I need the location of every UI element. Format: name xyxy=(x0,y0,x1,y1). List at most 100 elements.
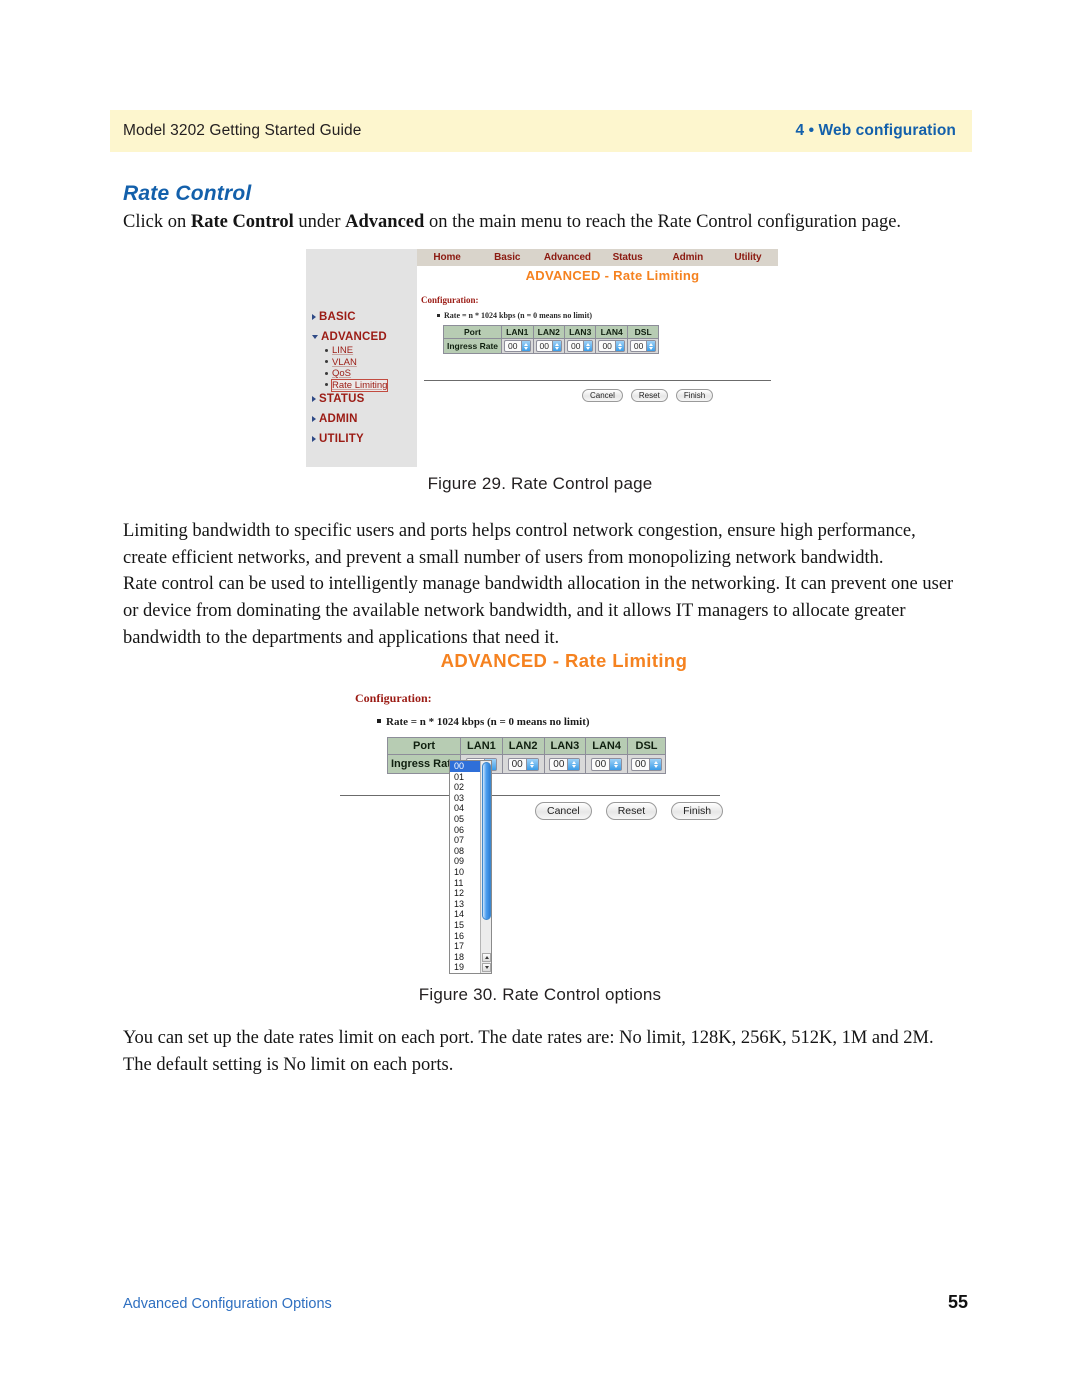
dropdown-option-11[interactable]: 11 xyxy=(450,878,480,889)
scroll-down-arrow-icon[interactable] xyxy=(482,962,491,972)
sidebar-item-basic[interactable]: BASIC xyxy=(312,311,417,323)
sidebar-subitem-qos[interactable]: QoS xyxy=(325,368,417,380)
fig1-th-port: Port xyxy=(442,325,503,339)
chevron-down-icon xyxy=(312,334,318,339)
sidebar-subitem-rate-limiting[interactable]: Rate Limiting xyxy=(325,378,417,392)
body-paragraph-2: Rate control can be used to intelligentl… xyxy=(123,574,954,648)
fig1-nav-home[interactable]: Home xyxy=(417,249,477,266)
body-paragraph-3: You can set up the date rates limit on e… xyxy=(123,1028,934,1075)
dropdown-option-10[interactable]: 10 xyxy=(450,867,480,878)
sidebar-subitem-vlan[interactable]: VLAN xyxy=(325,357,417,369)
fig1-select-lan4[interactable]: 00 xyxy=(598,340,625,352)
dropdown-option-13[interactable]: 13 xyxy=(450,899,480,910)
fig1-divider xyxy=(424,380,771,381)
fig1-reset-button[interactable]: Reset xyxy=(630,389,668,402)
spinner-arrows-icon[interactable] xyxy=(583,341,593,351)
footer-page-number: 55 xyxy=(947,1292,968,1312)
figure-29-caption: Figure 29. Rate Control page xyxy=(427,474,653,493)
fig1-nav-status[interactable]: Status xyxy=(598,249,658,266)
fig2-table-header-row: Port LAN1 LAN2 LAN3 LAN4 DSL xyxy=(386,737,667,755)
scroll-up-arrow-icon[interactable] xyxy=(482,952,491,962)
spinner-arrows-icon[interactable] xyxy=(525,758,538,770)
spinner-arrows-icon[interactable] xyxy=(614,341,624,351)
fig1-select-lan1[interactable]: 00 xyxy=(504,340,531,352)
intro-suffix: on the main menu to reach the Rate Contr… xyxy=(424,212,902,232)
dropdown-option-15[interactable]: 15 xyxy=(450,920,480,931)
fig2-select-dsl[interactable]: 00 xyxy=(630,757,663,771)
dropdown-option-01[interactable]: 01 xyxy=(450,772,480,783)
dropdown-option-16[interactable]: 16 xyxy=(450,931,480,942)
fig2-open-dropdown-list[interactable]: 00 01 02 03 04 05 06 07 08 09 10 11 12 13 14 15 16 17 18 19 xyxy=(449,760,492,974)
spinner-arrows-icon[interactable] xyxy=(520,341,530,351)
spinner-arrows-icon[interactable] xyxy=(551,341,561,351)
sidebar-item-status-label: STATUS xyxy=(319,393,365,405)
fig1-nav-basic[interactable]: Basic xyxy=(477,249,537,266)
spinner-arrows-icon[interactable] xyxy=(646,341,656,351)
intro-prefix: Click on xyxy=(123,212,191,232)
fig1-note-text: Rate = n * 1024 kbps (n = 0 means no lim… xyxy=(444,311,593,320)
fig2-select-lan3-value: 00 xyxy=(553,758,565,770)
sidebar-item-admin[interactable]: ADMIN xyxy=(312,413,417,425)
dropdown-option-18[interactable]: 18 xyxy=(450,952,480,963)
dropdown-option-02[interactable]: 02 xyxy=(450,782,480,793)
fig1-th-lan3: LAN3 xyxy=(563,325,597,339)
fig2-th-port: Port xyxy=(386,737,462,755)
dropdown-option-14[interactable]: 14 xyxy=(450,909,480,920)
sidebar-item-utility[interactable]: UTILITY xyxy=(312,433,417,445)
fig2-dropdown-scrollbar[interactable] xyxy=(480,761,491,973)
fig2-table-ingress-row: Ingress Rate 00 00 00 00 00 xyxy=(386,754,667,774)
fig2-select-lan2-value: 00 xyxy=(511,758,523,770)
sidebar-item-admin-label: ADMIN xyxy=(319,413,358,425)
scrollbar-thumb[interactable] xyxy=(482,762,491,920)
dropdown-option-17[interactable]: 17 xyxy=(450,941,480,952)
dropdown-option-19[interactable]: 19 xyxy=(450,962,480,973)
fig2-cancel-button[interactable]: Cancel xyxy=(535,802,592,820)
sidebar-subitem-line[interactable]: LINE xyxy=(325,345,417,357)
fig2-select-lan3[interactable]: 00 xyxy=(549,757,581,771)
fig1-select-lan3[interactable]: 00 xyxy=(566,340,594,352)
dropdown-option-08[interactable]: 08 xyxy=(450,846,480,857)
sidebar-item-advanced[interactable]: ADVANCED xyxy=(312,331,417,343)
header-guide-title: Model 3202 Getting Started Guide xyxy=(123,122,362,139)
spinner-arrows-icon[interactable] xyxy=(567,758,580,770)
fig1-select-lan3-value: 00 xyxy=(570,341,581,351)
spinner-arrows-icon[interactable] xyxy=(649,758,662,770)
fig2-select-lan2[interactable]: 00 xyxy=(507,757,539,771)
bullet-dot-icon xyxy=(325,348,328,352)
fig1-nav-admin[interactable]: Admin xyxy=(658,249,718,266)
dropdown-option-05[interactable]: 05 xyxy=(450,814,480,825)
bullet-square-icon xyxy=(437,314,440,318)
dropdown-option-07[interactable]: 07 xyxy=(450,835,480,846)
fig2-select-lan4[interactable]: 00 xyxy=(591,757,623,771)
intro-bold-advanced: Advanced xyxy=(345,212,425,232)
figure-rate-control-options: ADVANCED - Rate Limiting Configuration: … xyxy=(340,650,765,974)
fig2-dropdown-options[interactable]: 00 01 02 03 04 05 06 07 08 09 10 11 12 13 14 15 16 17 18 19 xyxy=(450,761,480,973)
fig2-th-lan2: LAN2 xyxy=(501,737,545,755)
fig1-select-dsl[interactable]: 00 xyxy=(629,340,657,352)
fig1-th-lan2: LAN2 xyxy=(532,325,565,339)
chevron-right-icon xyxy=(312,313,316,320)
dropdown-option-06[interactable]: 06 xyxy=(450,825,480,836)
fig1-nav-advanced[interactable]: Advanced xyxy=(537,249,597,266)
dropdown-option-09[interactable]: 09 xyxy=(450,856,480,867)
dropdown-option-12[interactable]: 12 xyxy=(450,888,480,899)
dropdown-option-04[interactable]: 04 xyxy=(450,803,480,814)
sidebar-item-status[interactable]: STATUS xyxy=(312,393,417,405)
fig2-finish-button[interactable]: Finish xyxy=(671,802,724,820)
dropdown-option-03[interactable]: 03 xyxy=(450,793,480,804)
fig2-th-lan4: LAN4 xyxy=(585,737,628,755)
intro-bold-rate-control: Rate Control xyxy=(190,212,294,232)
page-title: Rate Control xyxy=(123,182,252,205)
fig1-nav-utility[interactable]: Utility xyxy=(718,249,778,266)
fig1-select-lan2[interactable]: 00 xyxy=(535,340,562,352)
fig1-finish-button[interactable]: Finish xyxy=(675,389,714,402)
spinner-arrows-icon[interactable] xyxy=(609,758,622,770)
intro-mid: under xyxy=(293,212,346,232)
chevron-right-icon xyxy=(312,435,316,442)
bullet-square-icon xyxy=(377,719,381,724)
fig2-page-heading: ADVANCED - Rate Limiting xyxy=(440,650,688,671)
dropdown-option-00[interactable]: 00 xyxy=(450,761,480,772)
fig1-th-lan1: LAN1 xyxy=(501,325,534,339)
fig1-cancel-button[interactable]: Cancel xyxy=(582,389,623,402)
fig2-reset-button[interactable]: Reset xyxy=(605,802,658,820)
